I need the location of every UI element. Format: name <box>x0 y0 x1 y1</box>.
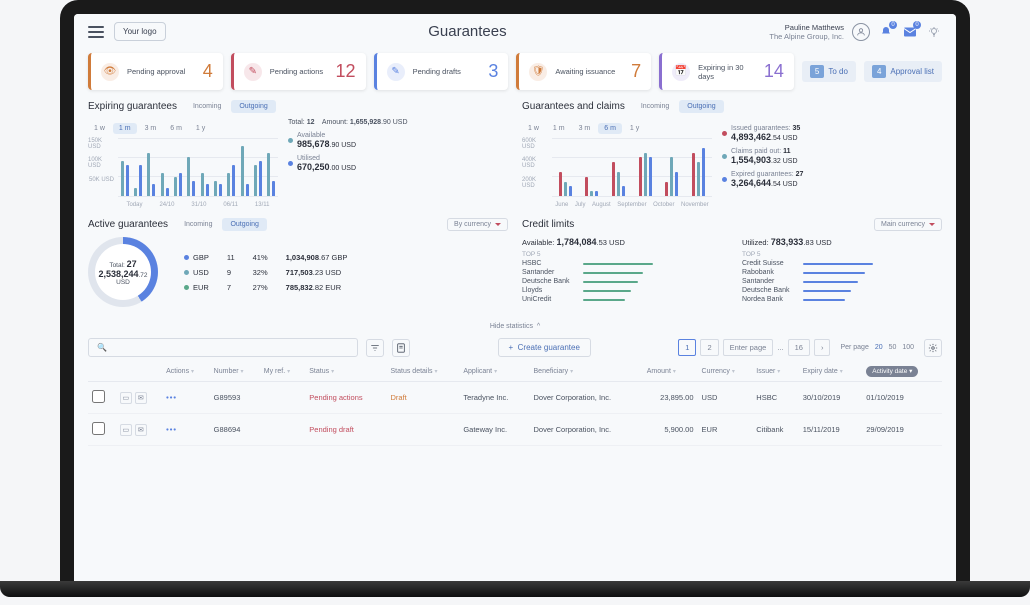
active-donut: Total: 27 2,538,244.72 USD <box>88 237 158 307</box>
tab-outgoing[interactable]: Outgoing <box>679 100 723 113</box>
credit-dropdown[interactable]: Main currency <box>874 218 942 231</box>
col-Activity date[interactable]: Activity date ▾ <box>862 361 942 382</box>
page-2[interactable]: 2 <box>700 339 718 356</box>
range-1w[interactable]: 1 w <box>522 123 545 134</box>
claims-chart: 600K USD400K USD200K USDJuneJulyAugustSe… <box>522 138 712 208</box>
range-1y[interactable]: 1 y <box>190 123 211 134</box>
summary-card-3[interactable]: 🛡 Awaiting issuance 7 <box>516 53 651 90</box>
col-Amount[interactable]: Amount ▾ <box>643 361 698 382</box>
col-My ref.[interactable]: My ref. ▾ <box>260 361 305 382</box>
active-dropdown[interactable]: By currency <box>447 218 508 231</box>
active-title: Active guarantees <box>88 219 168 230</box>
col-Issuer[interactable]: Issuer ▾ <box>752 361 798 382</box>
range-6m[interactable]: 6 m <box>598 123 622 134</box>
row-doc-icon[interactable]: ▭ <box>120 424 132 436</box>
summary-card-2[interactable]: ✎ Pending drafts 3 <box>374 53 509 90</box>
col-blank1 <box>116 361 162 382</box>
per-page-50[interactable]: 50 <box>889 344 897 351</box>
range-1m[interactable]: 1 m <box>113 123 137 134</box>
col-Status[interactable]: Status ▾ <box>305 361 386 382</box>
user-name: Pauline Matthews <box>769 23 844 32</box>
mail-badge: 0 <box>913 21 921 29</box>
summary-card-1[interactable]: ✎ Pending actions 12 <box>231 53 366 90</box>
tab-outgoing[interactable]: Outgoing <box>231 100 275 113</box>
row-checkbox[interactable] <box>92 422 105 435</box>
tab-incoming[interactable]: Incoming <box>633 100 677 113</box>
tab-incoming[interactable]: Incoming <box>176 218 220 231</box>
col-Number[interactable]: Number ▾ <box>210 361 260 382</box>
range-1y[interactable]: 1 y <box>624 123 645 134</box>
page-next[interactable]: › <box>814 339 831 356</box>
page-enter[interactable]: Enter page <box>723 339 774 356</box>
notif-badge: 0 <box>889 21 897 29</box>
credit-title: Credit limits <box>522 219 574 230</box>
guarantees-table: Actions ▾Number ▾My ref. ▾Status ▾Status… <box>88 361 942 446</box>
bell-icon[interactable]: 0 <box>878 24 894 40</box>
summary-card-0[interactable]: 👁 Pending approval 4 <box>88 53 223 90</box>
claims-title: Guarantees and claims <box>522 101 625 112</box>
row-doc-icon[interactable]: ▭ <box>120 392 132 404</box>
company-name: The Alpine Group, Inc. <box>769 32 844 41</box>
page-last[interactable]: 16 <box>788 339 810 356</box>
col-Currency[interactable]: Currency ▾ <box>698 361 753 382</box>
range-3m[interactable]: 3 m <box>139 123 163 134</box>
row-checkbox[interactable] <box>92 390 105 403</box>
range-1m[interactable]: 1 m <box>547 123 571 134</box>
create-guarantee-button[interactable]: + Create guarantee <box>498 338 591 357</box>
todo-pill[interactable]: 5To do <box>802 61 856 82</box>
settings-icon[interactable] <box>924 339 942 357</box>
mail-icon[interactable]: 0 <box>902 24 918 40</box>
col-blank0 <box>88 361 116 382</box>
per-page-100[interactable]: 100 <box>902 344 914 351</box>
col-Status details[interactable]: Status details ▾ <box>387 361 460 382</box>
tab-incoming[interactable]: Incoming <box>185 100 229 113</box>
table-row[interactable]: ▭ ✉ ••• G89593 Pending actions Draft Ter… <box>88 382 942 414</box>
range-1w[interactable]: 1 w <box>88 123 111 134</box>
hide-statistics-toggle[interactable]: Hide statistics ^ <box>88 317 942 334</box>
logo-placeholder[interactable]: Your logo <box>114 22 166 41</box>
row-actions[interactable]: ••• <box>166 393 177 402</box>
row-actions[interactable]: ••• <box>166 425 177 434</box>
menu-icon[interactable] <box>88 26 104 38</box>
table-row[interactable]: ▭ ✉ ••• G88694 Pending draft Gateway Inc… <box>88 414 942 446</box>
page-title: Guarantees <box>176 23 760 40</box>
range-3m[interactable]: 3 m <box>573 123 597 134</box>
col-Actions[interactable]: Actions ▾ <box>162 361 210 382</box>
row-mail-icon[interactable]: ✉ <box>135 392 147 404</box>
search-input[interactable]: 🔍 <box>88 338 358 357</box>
col-Expiry date[interactable]: Expiry date ▾ <box>799 361 863 382</box>
lightbulb-icon[interactable] <box>926 24 942 40</box>
row-mail-icon[interactable]: ✉ <box>135 424 147 436</box>
expiring-title: Expiring guarantees <box>88 101 177 112</box>
avatar[interactable] <box>852 23 870 41</box>
filter-icon[interactable] <box>366 339 384 357</box>
summary-card-4[interactable]: 📅 Expiring in 30 days 14 <box>659 53 794 90</box>
col-Applicant[interactable]: Applicant ▾ <box>459 361 529 382</box>
expiring-chart: 150K USD100K USD50K USDToday24/1031/1006… <box>88 138 278 208</box>
col-Beneficiary[interactable]: Beneficiary ▾ <box>530 361 643 382</box>
range-6m[interactable]: 6 m <box>164 123 188 134</box>
per-page-20[interactable]: 20 <box>875 344 883 351</box>
export-icon[interactable] <box>392 339 410 357</box>
page-1[interactable]: 1 <box>678 339 696 356</box>
tab-outgoing[interactable]: Outgoing <box>222 218 266 231</box>
approval-pill[interactable]: 4Approval list <box>864 61 942 82</box>
